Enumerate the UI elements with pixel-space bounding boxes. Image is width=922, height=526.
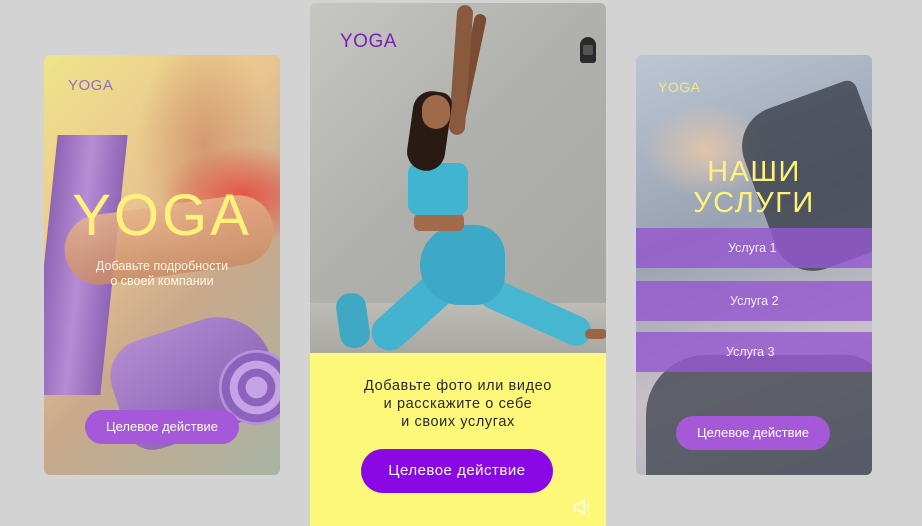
figure-part [420, 225, 505, 305]
brand-logo: YOGA [68, 77, 114, 94]
section-heading: НАШИ УСЛУГИ [636, 157, 872, 219]
speaker-icon[interactable] [573, 498, 593, 516]
subtitle-line-2: о своей компании [110, 274, 214, 288]
description-text: Добавьте фото или видео и расскажите о с… [310, 377, 606, 431]
description-line-2: и расскажите о себе [383, 396, 533, 412]
figure-part [422, 95, 450, 129]
cta-button[interactable]: Целевое действие [85, 410, 239, 444]
figure-part [585, 329, 606, 339]
service-item-1[interactable]: Услуга 1 [636, 228, 872, 268]
service-item-2[interactable]: Услуга 2 [636, 281, 872, 321]
story-card-left[interactable]: YOGA YOGA Добавьте подробности о своей к… [44, 55, 280, 475]
cta-button[interactable]: Целевое действие [676, 416, 830, 450]
figure-part [408, 163, 468, 215]
brand-logo: YOGA [340, 31, 397, 52]
description-line-1: Добавьте фото или видео [364, 378, 552, 394]
service-item-3[interactable]: Услуга 3 [636, 332, 872, 372]
cta-button[interactable]: Целевое действие [361, 449, 553, 493]
description-line-3: и своих услугах [401, 414, 515, 430]
story-card-middle[interactable]: YOGA Добавьте фото или видео и расскажит… [310, 3, 606, 526]
subtitle-line-1: Добавьте подробности [95, 259, 229, 273]
heading-line-1: НАШИ [707, 156, 801, 188]
wall-lamp-image [580, 37, 596, 63]
subtitle: Добавьте подробности о своей компании [44, 259, 280, 289]
legs-image [646, 355, 872, 475]
headline: YOGA [72, 183, 252, 248]
yoga-photo [310, 3, 606, 358]
heading-line-2: УСЛУГИ [693, 187, 815, 219]
story-card-right[interactable]: YOGA НАШИ УСЛУГИ Услуга 1 Услуга 2 Услуг… [636, 55, 872, 475]
brand-logo: YOGA [658, 79, 701, 95]
figure-part [414, 213, 464, 231]
